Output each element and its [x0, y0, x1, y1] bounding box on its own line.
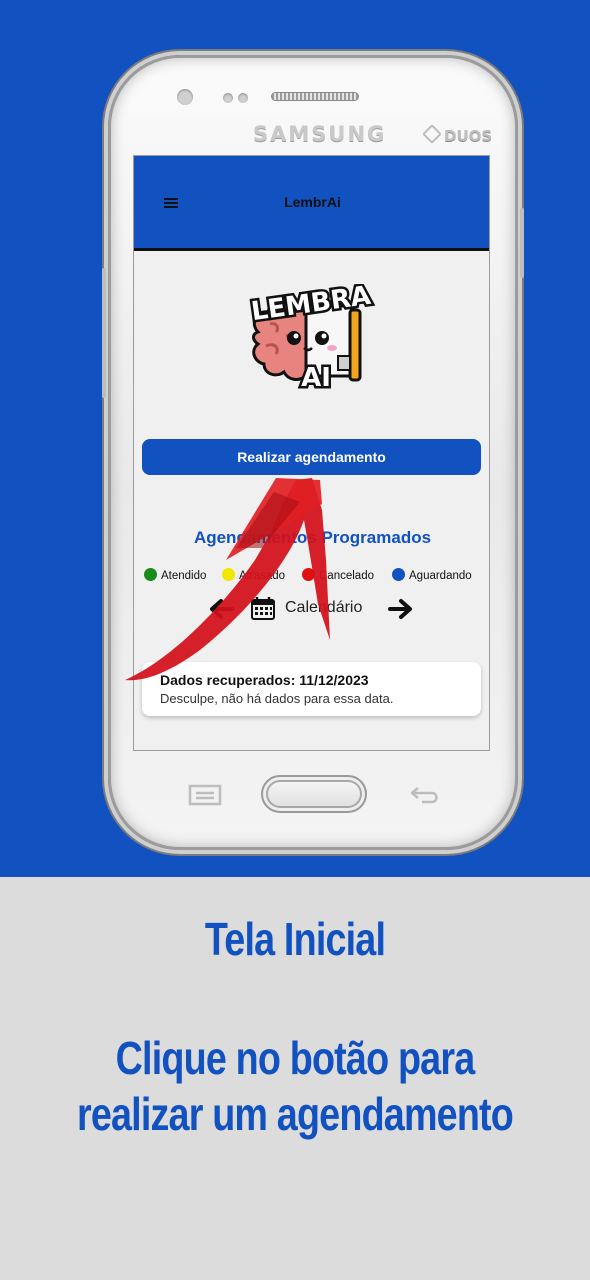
- front-camera: [177, 89, 193, 105]
- calendar-label[interactable]: Calendário: [285, 599, 362, 617]
- data-card: Dados recuperados: 11/12/2023 Desculpe, …: [142, 662, 481, 716]
- app-bar: LembrAi: [134, 156, 489, 251]
- calendar-icon[interactable]: [250, 596, 276, 620]
- schedule-button[interactable]: Realizar agendamento: [142, 439, 481, 475]
- card-title: Dados recuperados: 11/12/2023: [160, 672, 369, 688]
- caption-instructions: Clique no botão para realizar um agendam…: [53, 1030, 537, 1142]
- volume-button: [102, 268, 106, 398]
- earpiece-speaker: [271, 92, 359, 101]
- power-button: [520, 208, 524, 278]
- duos-icon: [422, 124, 442, 144]
- legend-label: Aguardando: [409, 570, 472, 582]
- card-message: Desculpe, não há dados para essa data.: [160, 691, 394, 706]
- legend-item-waiting: Aguardando: [392, 568, 472, 582]
- back-key-icon[interactable]: [408, 782, 442, 806]
- menu-key-icon[interactable]: [188, 784, 222, 806]
- legend-label: Atendido: [161, 570, 207, 582]
- status-legend: Atendido Atrasado Cancelado Aguardando: [142, 568, 489, 584]
- light-sensor: [238, 93, 248, 103]
- phone-brand: SAMSUNG: [253, 122, 387, 146]
- app-title: LembrAi: [284, 194, 341, 210]
- phone-model: DUOS: [444, 127, 493, 145]
- caption-line-2: realizar um agendamento: [76, 1088, 514, 1140]
- caption-line-1: Clique no botão para: [115, 1032, 476, 1084]
- legend-item-attended: Atendido: [144, 568, 206, 582]
- waiting-dot-icon: [392, 568, 405, 581]
- proximity-sensor: [223, 93, 233, 103]
- legend-label: Cancelado: [319, 570, 374, 582]
- legend-item-delayed: Atrasado: [222, 568, 285, 582]
- cancelled-dot-icon: [302, 568, 315, 581]
- attended-dot-icon: [144, 568, 157, 581]
- logo-text-bottom: AI: [301, 363, 331, 393]
- scheduled-section-title: Agendamentos Programados: [193, 528, 432, 547]
- legend-item-cancelled: Cancelado: [302, 568, 374, 582]
- home-button[interactable]: [261, 775, 367, 813]
- arrow-right-icon[interactable]: [388, 598, 414, 620]
- legend-label: Atrasado: [239, 570, 286, 582]
- delayed-dot-icon: [222, 568, 235, 581]
- phone-frame: SAMSUNG DUOS LembrAi LEMBRA AI Realizar …: [102, 55, 524, 850]
- lembrai-logo: LEMBRA AI: [247, 284, 375, 394]
- caption-heading: Tela Inicial: [204, 913, 386, 965]
- app-screen: LembrAi LEMBRA AI Realizar agendamento A…: [133, 155, 490, 751]
- calendar-nav: Calendário: [134, 596, 489, 622]
- arrow-left-icon[interactable]: [208, 598, 234, 620]
